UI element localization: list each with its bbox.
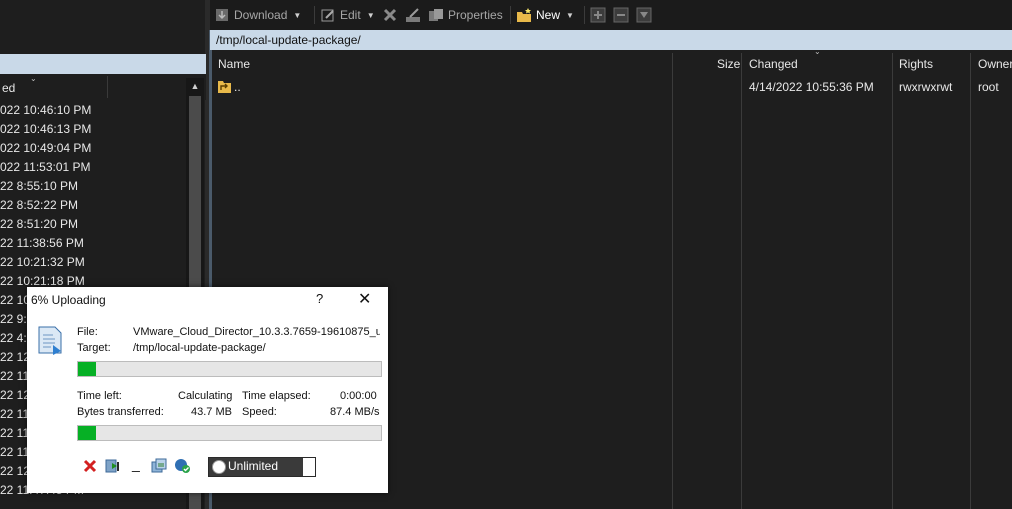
left-path-bar <box>0 54 206 74</box>
filter-icon <box>636 7 652 23</box>
time-elapsed-label: Time elapsed: <box>242 390 311 402</box>
delete-icon <box>382 7 398 23</box>
rights-column-header[interactable]: Rights <box>899 53 933 75</box>
minimize-button[interactable]: _ <box>132 456 140 472</box>
list-item[interactable]: 22 8:52:22 PM <box>0 196 186 215</box>
file-rights: rwxrwxrwt <box>899 80 953 94</box>
total-progress-fill <box>78 426 97 440</box>
list-item[interactable]: 022 10:46:13 PM <box>0 120 186 139</box>
filter-button[interactable] <box>636 6 652 24</box>
edit-button[interactable]: Edit ▼ <box>320 6 375 24</box>
toolbar: Download ▼ Edit ▼ Properties New ▼ <box>210 0 1012 30</box>
bytes-transferred-label: Bytes transferred: <box>77 406 164 418</box>
speed-limit-handle[interactable] <box>303 458 315 476</box>
new-button[interactable]: New ▼ <box>516 6 574 24</box>
cancel-icon[interactable] <box>83 459 97 476</box>
name-column-header[interactable]: Name <box>218 53 250 75</box>
speedometer-icon <box>212 460 226 474</box>
properties-icon <box>428 7 444 23</box>
bytes-transferred-value: 43.7 MB <box>191 406 232 418</box>
download-icon <box>214 7 230 23</box>
column-divider[interactable] <box>107 76 108 98</box>
toolbar-divider <box>510 6 511 24</box>
pause-icon[interactable] <box>105 458 121 477</box>
unselect-button[interactable] <box>613 6 629 24</box>
list-item[interactable]: 022 10:46:10 PM <box>0 101 186 120</box>
list-item[interactable]: 22 10:21:32 PM <box>0 253 186 272</box>
target-value: /tmp/local-update-package/ <box>133 342 266 354</box>
size-column-header[interactable]: Size <box>717 53 740 75</box>
transfer-queue-icon[interactable] <box>151 458 167 477</box>
time-left-value: Calculating <box>178 390 233 402</box>
file-name: .. <box>234 80 241 94</box>
dialog-title: 6% Uploading <box>31 293 106 307</box>
file-changed: 4/14/2022 10:55:36 PM <box>749 80 874 94</box>
list-item[interactable]: 022 11:53:01 PM <box>0 158 186 177</box>
edit-label: Edit <box>340 8 361 22</box>
list-item[interactable]: 22 11:38:56 PM <box>0 234 186 253</box>
file-owner: root <box>978 80 999 94</box>
remote-path: /tmp/local-update-package/ <box>216 33 361 47</box>
parent-folder-icon <box>218 78 232 97</box>
upload-dialog: 6% Uploading ? ✕ File: VMware_Cloud_Dire… <box>27 287 388 493</box>
file-value: VMware_Cloud_Director_10.3.3.7659-196108… <box>133 326 380 338</box>
column-divider[interactable] <box>672 53 673 509</box>
edit-icon <box>320 7 336 23</box>
select-button[interactable] <box>590 6 606 24</box>
plus-icon <box>590 7 606 23</box>
download-button[interactable]: Download ▼ <box>214 6 301 24</box>
new-folder-icon <box>516 7 532 23</box>
speed-limit-dropdown[interactable]: Unlimited <box>208 457 316 477</box>
upload-file-icon <box>37 325 67 360</box>
speed-value: 87.4 MB/s <box>330 406 380 418</box>
properties-button[interactable]: Properties <box>428 6 503 24</box>
new-label: New <box>536 8 561 22</box>
sort-indicator-icon: ⌄ <box>814 47 821 56</box>
remote-path-bar[interactable]: /tmp/local-update-package/ <box>210 30 1012 50</box>
list-item[interactable]: 22 8:51:20 PM <box>0 215 186 234</box>
list-item[interactable]: 22 8:55:10 PM <box>0 177 186 196</box>
rename-icon <box>405 7 421 23</box>
file-progress-fill <box>78 362 97 376</box>
total-progress-bar <box>77 425 382 441</box>
time-left-label: Time left: <box>77 390 122 402</box>
scroll-up-icon[interactable]: ▲ <box>189 80 201 92</box>
help-button[interactable]: ? <box>316 291 323 306</box>
speed-limit-label: Unlimited <box>228 459 279 473</box>
close-button[interactable]: ✕ <box>358 289 371 309</box>
chevron-down-icon: ▼ <box>366 10 375 20</box>
column-divider[interactable] <box>741 53 742 509</box>
download-label: Download <box>234 8 288 22</box>
properties-label: Properties <box>448 8 503 22</box>
target-label: Target: <box>77 342 111 354</box>
changed-column-header[interactable]: ed <box>2 81 15 95</box>
check-settings-icon[interactable] <box>174 458 191 477</box>
minus-icon <box>613 7 629 23</box>
owner-column-header[interactable]: Owner <box>978 53 1012 75</box>
chevron-down-icon: ▼ <box>293 10 302 20</box>
file-progress-bar <box>77 361 382 377</box>
toolbar-divider <box>584 6 585 24</box>
delete-button[interactable] <box>382 6 398 24</box>
left-column-header[interactable]: ed ⌄ <box>0 74 206 100</box>
rename-button[interactable] <box>405 6 421 24</box>
time-elapsed-value: 0:00:00 <box>340 390 377 402</box>
chevron-down-icon: ▼ <box>566 10 574 20</box>
changed-column-header[interactable]: Changed <box>749 53 798 75</box>
column-divider[interactable] <box>970 53 971 509</box>
column-divider[interactable] <box>892 53 893 509</box>
list-item[interactable]: 022 10:49:04 PM <box>0 139 186 158</box>
toolbar-divider <box>314 6 315 24</box>
sort-indicator-icon: ⌄ <box>30 74 37 83</box>
speed-label: Speed: <box>242 406 277 418</box>
file-label: File: <box>77 326 98 338</box>
